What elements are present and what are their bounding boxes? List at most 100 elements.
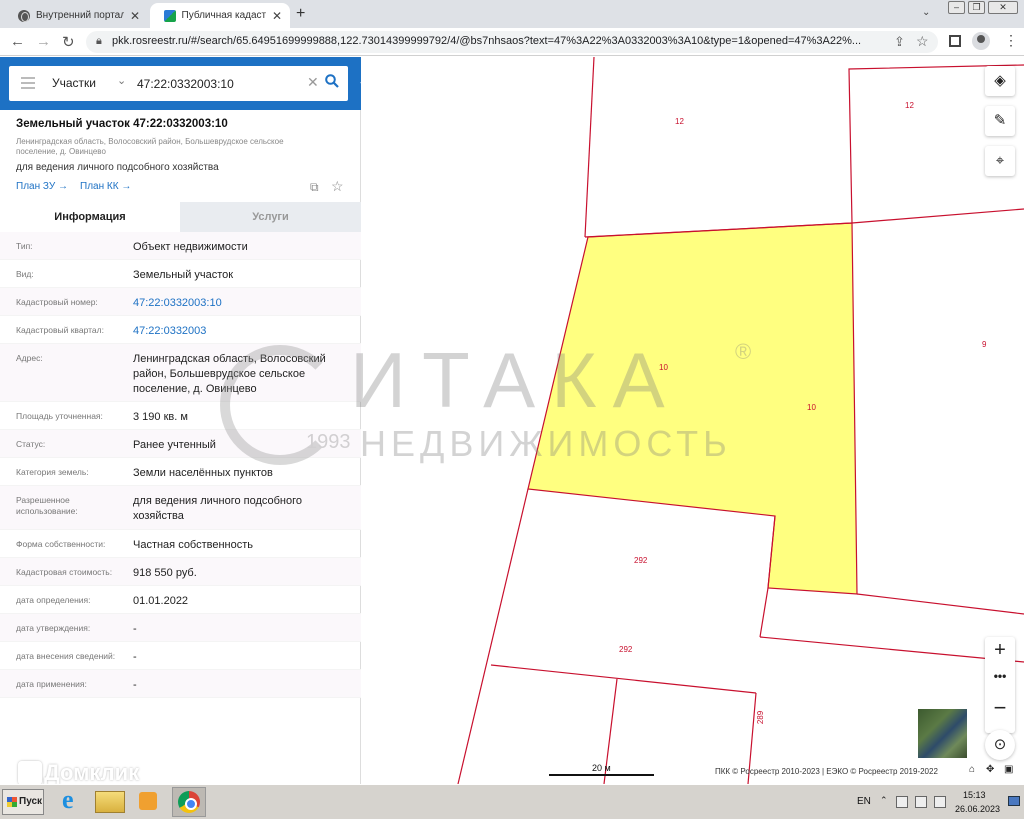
kebab-menu-icon[interactable]: ⋮ [1004,32,1018,49]
map-label: 289 [756,710,766,725]
info-row-label: Категория земель: [16,467,89,477]
forward-icon[interactable]: → [36,33,51,50]
crosshair-icon[interactable]: ✥ [986,764,994,775]
map-canvas[interactable] [361,57,1024,784]
window-close-button[interactable]: ✕ [988,1,1018,14]
map-label: 10 [659,363,668,372]
fullscreen-icon[interactable]: ▣ [1004,764,1013,775]
back-icon[interactable]: ← [10,33,25,50]
info-row: Кадастровый квартал: 47:22:0332003 [0,316,361,344]
pkk-favicon-icon [164,9,176,22]
share-icon[interactable]: ⇪ [894,34,905,50]
tray-expand-icon[interactable]: ⌃ [880,795,888,806]
media-player-icon[interactable] [136,788,166,816]
monitor-icon[interactable] [915,796,927,808]
zoom-in-button[interactable]: + [985,639,1015,667]
side-panel-icon[interactable] [949,35,961,47]
clock-date[interactable]: 26.06.2023 [955,804,1000,814]
info-row-value: Земельный участок [133,269,234,281]
reload-icon[interactable]: ↻ [62,33,75,51]
info-row-label: Форма собственности: [16,539,106,549]
plan-zu-link[interactable]: План ЗУ → [16,181,68,192]
search-icon[interactable] [325,74,339,88]
info-row-value: Ранее учтенный [133,439,216,451]
tab-public-cadastral-map[interactable]: Публичная кадастрс ✕ [150,3,290,28]
info-row-label: Площадь уточненная: [16,411,103,421]
bookmark-star-icon[interactable]: ☆ [916,33,929,50]
info-row-value: для ведения личного подсобного хозяйства [133,495,303,522]
info-row: Тип: Объект недвижимости [0,232,361,260]
info-row-label: Кадастровый квартал: [16,325,104,335]
parcel-purpose: для ведения личного подсобного хозяйства [16,162,219,173]
windows-taskbar: Пуск EN ⌃ 15:13 26.06.2023 [0,784,1024,819]
layers-button[interactable]: ◈ [985,66,1015,96]
info-row-label: дата утверждения: [16,623,91,633]
network-icon[interactable] [896,796,908,808]
internet-explorer-icon[interactable] [56,785,86,816]
favorite-star-icon[interactable]: ☆ [331,178,344,195]
lock-icon[interactable]: 🔒︎ [96,35,102,48]
info-row-value: Земли населённых пунктов [133,467,273,479]
chevron-down-icon[interactable]: ⌄ [922,7,930,18]
scale-bar [549,774,654,776]
info-row-value: 3 190 кв. м [133,411,188,423]
locate-button[interactable]: ⌖ [985,146,1015,176]
tab-information[interactable]: Информация [0,202,180,232]
tab-internal-portal[interactable]: Внутренний портал - Д ✕ [4,3,148,28]
close-icon[interactable]: ✕ [272,9,282,23]
plan-kk-link[interactable]: План КК → [80,181,131,192]
parcel-address: Ленинградская область, Волосовский район… [16,137,284,156]
info-row-label: дата определения: [16,595,91,605]
info-row-label: Кадастровая стоимость: [16,567,113,577]
info-table: Тип: Объект недвижимости Вид: Земельный уча… [0,232,361,698]
start-button[interactable]: Пуск [2,789,44,815]
info-row: дата внесения сведений: - [0,642,361,670]
chrome-icon[interactable] [172,787,206,817]
url-field[interactable]: 🔒︎ pkk.rosreestr.ru/#/search/65.64951699… [86,31,938,53]
info-row-label: Адрес: [16,353,43,363]
info-row-value[interactable]: 47:22:0332003:10 [133,296,348,311]
info-row-label: Вид: [16,269,34,279]
info-row-value: - [133,623,137,635]
info-row: Площадь уточненная: 3 190 кв. м [0,402,361,430]
hamburger-menu-icon[interactable] [21,77,35,89]
restore-button[interactable]: ❐ [968,1,985,14]
info-row-label: Разрешенное использование: [16,495,78,516]
info-row: Адрес: Ленинградская область, Волосовский… [0,344,361,402]
language-indicator[interactable]: EN [857,796,871,807]
cadastral-map[interactable]: 12 12 10 10 9 292 292 289 ◈ ✎ ⌖ + ••• − … [361,57,1024,784]
show-desktop-icon[interactable] [1008,796,1020,806]
url-text[interactable]: pkk.rosreestr.ru/#/search/65.64951699999… [112,35,872,47]
map-label: 10 [807,403,816,412]
search-input[interactable] [135,73,305,95]
map-label: 292 [634,556,648,565]
more-icon[interactable]: ••• [985,669,1015,689]
close-icon[interactable]: ✕ [130,9,140,23]
info-row-value[interactable]: 47:22:0332003 [133,324,348,339]
new-tab-button[interactable]: + [296,5,305,23]
home-icon[interactable]: ⌂ [969,764,975,775]
address-bar-row: ← → ↻ 🔒︎ pkk.rosreestr.ru/#/search/65.64… [0,28,1024,56]
info-row-label: Тип: [16,241,33,251]
copyright: ПКК © Росреестр 2010-2023 | ЕЭКО © Росре… [715,767,938,776]
search-type-select[interactable]: Участки [52,76,96,90]
file-explorer-icon[interactable] [95,791,125,813]
scale-label: 20 м [592,763,611,773]
minimize-button[interactable]: – [948,1,965,14]
info-row: дата применения: - [0,670,361,698]
info-row-value: - [133,651,137,663]
copy-icon[interactable]: ⧉ [310,180,319,195]
clock-time[interactable]: 15:13 [963,790,986,800]
zoom-out-button[interactable]: − [985,695,1015,725]
info-row-value: 918 550 руб. [133,567,197,579]
tab-services[interactable]: Услуги [180,202,361,232]
info-row: Категория земель: Земли населённых пункто… [0,458,361,486]
clear-icon[interactable]: ✕ [307,74,319,91]
volume-icon[interactable] [934,796,946,808]
profile-avatar-icon[interactable] [972,32,990,50]
chevron-down-icon[interactable]: ⌄ [117,74,126,87]
basemap-thumbnail[interactable] [917,708,968,759]
ruler-button[interactable]: ✎ [985,106,1015,136]
map-label: 9 [982,340,987,349]
compass-button[interactable]: ⊙ [985,730,1015,760]
